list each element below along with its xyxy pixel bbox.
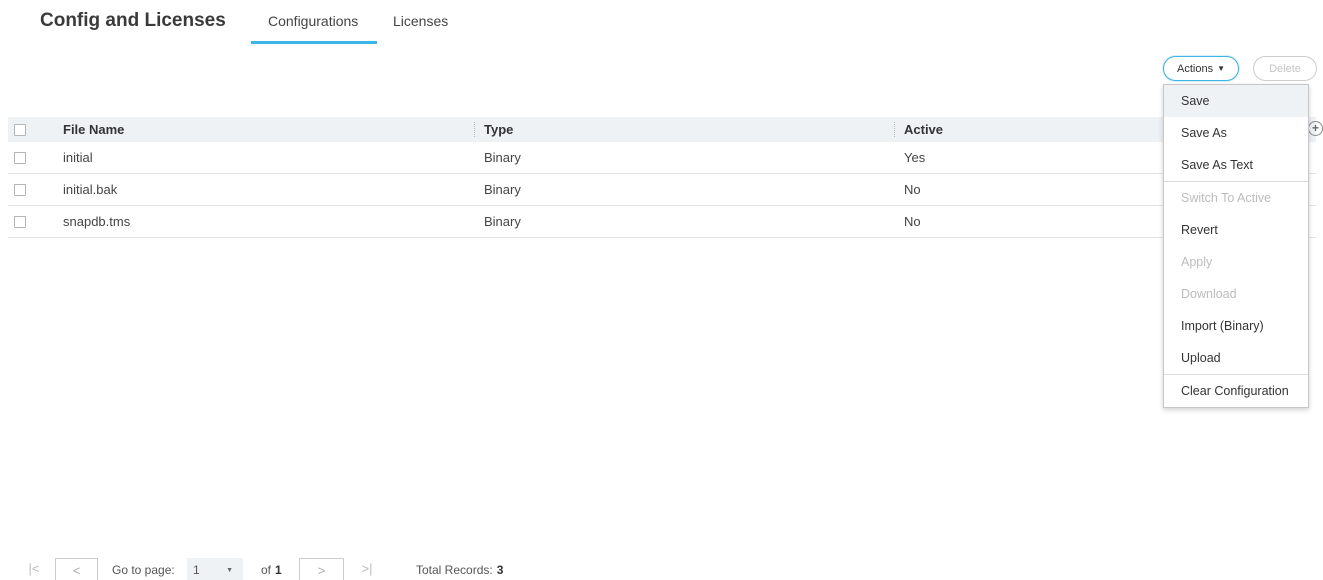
actions-dropdown-menu: Save Save As Save As Text Switch To Acti… [1163, 84, 1309, 408]
next-page-button[interactable]: > [299, 558, 344, 580]
type-cell: Binary [484, 182, 521, 197]
pagination-bar: |< < Go to page: 1 ▼ of 1 > >| Total Reco… [0, 556, 700, 580]
select-all-checkbox[interactable] [14, 123, 26, 136]
active-cell: No [904, 214, 921, 229]
total-records-value: 3 [496, 563, 504, 577]
page-select[interactable]: 1 ▼ [187, 558, 243, 580]
type-cell: Binary [484, 150, 521, 165]
table-header-row: File Name Type Active + [8, 117, 1323, 142]
file-name-cell: initial.bak [63, 182, 118, 197]
caret-down-icon: ▼ [1217, 64, 1225, 73]
menu-item-download[interactable]: Download [1164, 278, 1308, 310]
file-name-cell: initial [63, 150, 93, 165]
column-header-active[interactable]: Active [904, 117, 943, 142]
column-separator[interactable] [474, 122, 475, 137]
type-cell: Binary [484, 214, 521, 229]
row-checkbox[interactable] [14, 151, 26, 164]
page-count: of 1 [261, 558, 282, 580]
chevron-down-icon: ▼ [226, 566, 233, 574]
row-checkbox-cell[interactable] [14, 142, 26, 173]
chevron-right-icon: > [317, 562, 326, 578]
select-all-checkbox-cell[interactable] [14, 117, 26, 142]
active-cell: No [904, 182, 921, 197]
menu-item-save-as[interactable]: Save As [1164, 117, 1308, 149]
prev-page-button[interactable]: < [55, 558, 98, 580]
delete-button[interactable]: Delete [1253, 56, 1317, 81]
tab-configurations[interactable]: Configurations [268, 13, 358, 29]
active-tab-indicator [251, 41, 377, 44]
row-checkbox-cell[interactable] [14, 174, 26, 205]
menu-item-import-binary[interactable]: Import (Binary) [1164, 310, 1308, 342]
file-name-cell: snapdb.tms [63, 214, 131, 229]
last-page-icon[interactable]: >| [357, 558, 377, 578]
menu-item-apply[interactable]: Apply [1164, 246, 1308, 278]
chevron-left-icon: < [72, 562, 81, 578]
add-column-icon[interactable]: + [1308, 121, 1323, 136]
menu-item-switch-to-active[interactable]: Switch To Active [1164, 182, 1308, 214]
column-header-type[interactable]: Type [484, 117, 513, 142]
total-pages: 1 [275, 563, 282, 577]
menu-item-revert[interactable]: Revert [1164, 214, 1308, 246]
menu-item-save-as-text[interactable]: Save As Text [1164, 149, 1308, 181]
menu-item-save[interactable]: Save [1164, 85, 1308, 117]
table-row[interactable]: snapdb.tms Binary No [8, 206, 1316, 238]
table-row[interactable]: initial.bak Binary No [8, 174, 1316, 206]
row-checkbox-cell[interactable] [14, 206, 26, 237]
tab-licenses[interactable]: Licenses [393, 13, 448, 29]
total-records-label: Total Records: [416, 563, 493, 577]
page-select-value: 1 [193, 563, 200, 577]
menu-item-upload[interactable]: Upload [1164, 342, 1308, 374]
row-checkbox[interactable] [14, 215, 26, 228]
actions-button[interactable]: Actions ▼ [1163, 56, 1239, 81]
table-row[interactable]: initial Binary Yes [8, 142, 1316, 174]
configurations-table: File Name Type Active + initial Binary Y… [8, 117, 1323, 238]
column-separator[interactable] [894, 122, 895, 137]
actions-button-label: Actions [1177, 62, 1214, 75]
column-header-file-name[interactable]: File Name [63, 117, 124, 142]
of-label: of [261, 563, 272, 577]
go-to-page-label: Go to page: [112, 563, 175, 577]
active-cell: Yes [904, 150, 926, 165]
menu-item-clear-configuration[interactable]: Clear Configuration [1164, 375, 1308, 407]
page-title: Config and Licenses [40, 10, 226, 31]
total-records: Total Records: 3 [416, 558, 503, 580]
first-page-icon[interactable]: |< [24, 558, 44, 578]
row-checkbox[interactable] [14, 183, 26, 196]
